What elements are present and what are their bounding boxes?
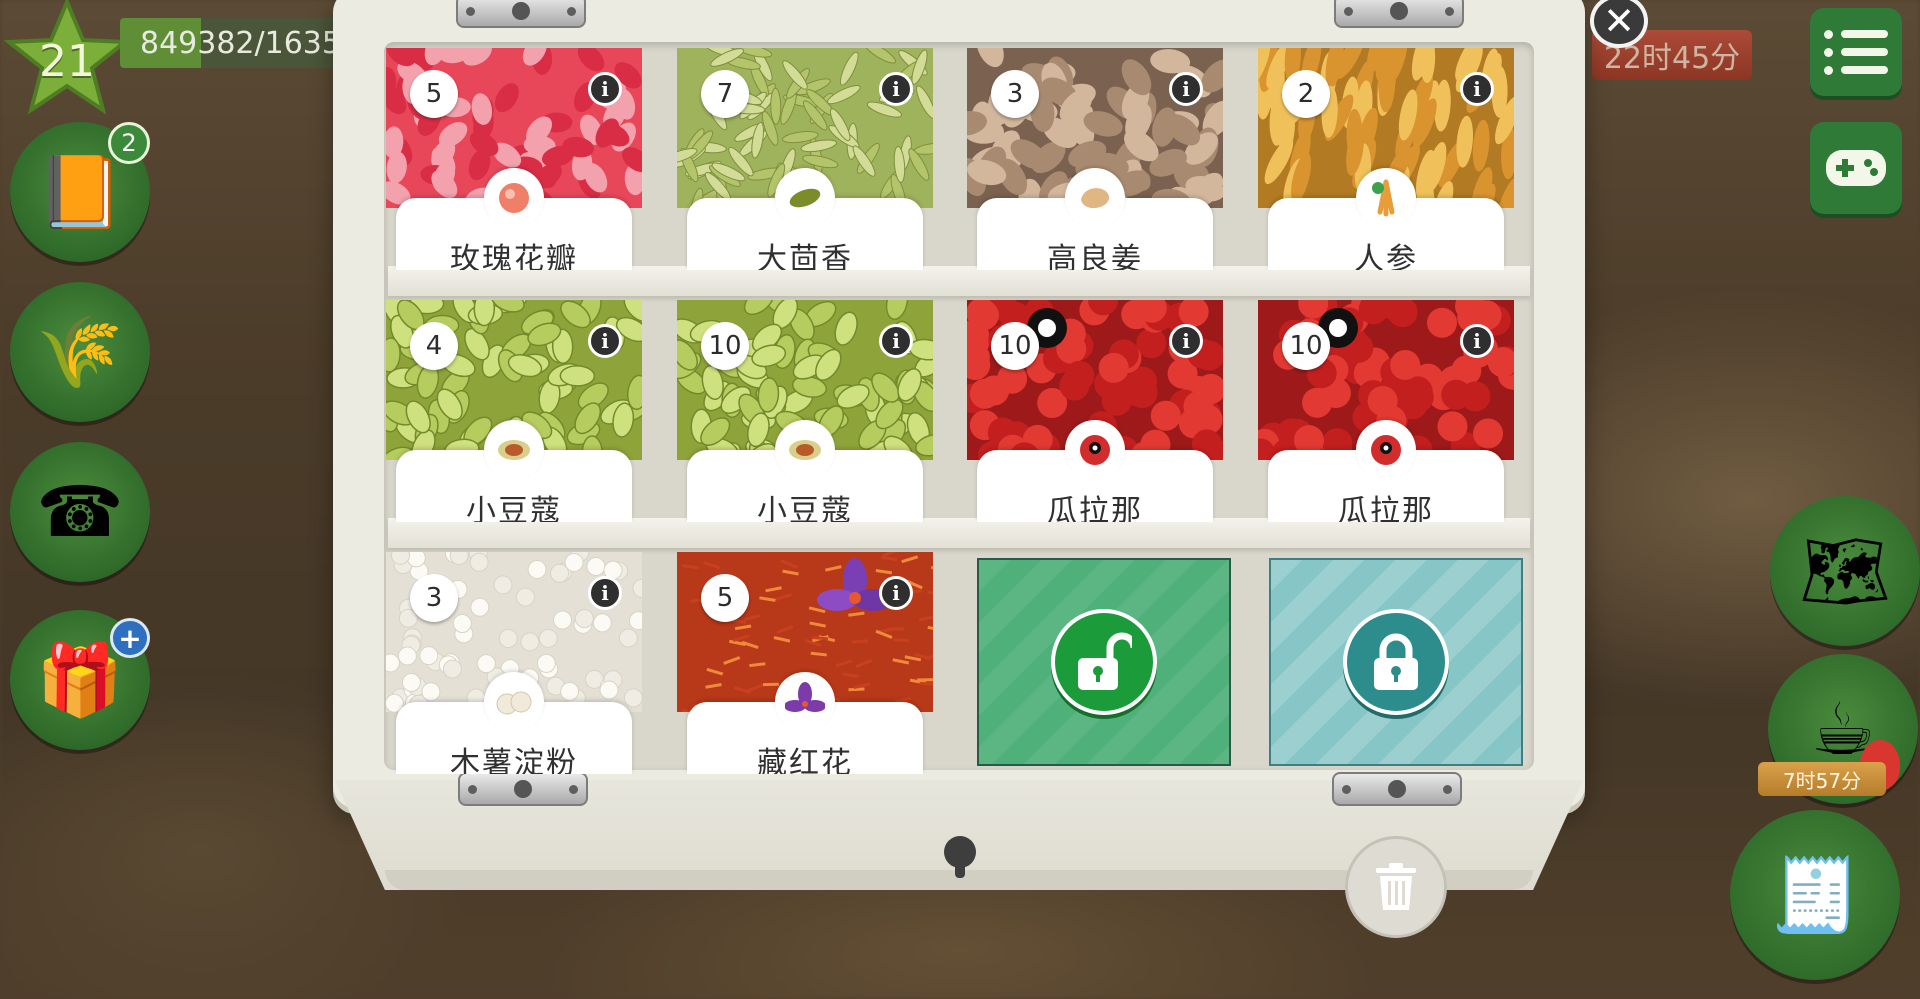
- menu-list-icon-line: [1824, 47, 1888, 57]
- quest-count-badge: 2: [108, 122, 150, 164]
- top-left-hinge: [456, 0, 586, 28]
- quantity-badge: 5: [410, 70, 458, 118]
- info-icon[interactable]: i: [879, 324, 913, 358]
- spice-name: 人参: [1354, 242, 1418, 270]
- info-icon[interactable]: i: [588, 576, 622, 610]
- spice-slot[interactable]: 10 i 瓜拉那: [1258, 300, 1514, 522]
- gamepad-icon: [1826, 150, 1886, 186]
- spice-slot[interactable]: 5 i 玫瑰花瓣: [386, 48, 642, 270]
- experience-text: 849382/16350: [140, 26, 350, 61]
- spice-name: 高良姜: [1047, 242, 1143, 270]
- menu-list-icon-line: [1824, 65, 1888, 75]
- trash-can-icon: [1376, 863, 1416, 910]
- quantity-badge: 2: [1282, 70, 1330, 118]
- spice-name: 藏红花: [757, 746, 853, 774]
- gift-button[interactable]: 🎁 +: [10, 610, 150, 750]
- spice-slot[interactable]: 4 i 小豆蔻: [386, 300, 642, 522]
- quantity-badge: 3: [991, 70, 1039, 118]
- player-level: 21: [39, 36, 95, 87]
- quest-book-button[interactable]: 📙 2: [10, 122, 150, 262]
- keyhole-icon: [944, 836, 976, 878]
- shelf-divider: [388, 518, 1530, 548]
- info-icon[interactable]: i: [588, 72, 622, 106]
- cardamom-pod-icon: [775, 420, 835, 480]
- spice-name: 瓜拉那: [1047, 494, 1143, 522]
- coffee-timer: 7时57分: [1758, 762, 1886, 796]
- padlock-icon: [1374, 633, 1418, 690]
- quantity-badge: 4: [410, 322, 458, 370]
- spice-slot[interactable]: 3 i 木薯淀粉: [386, 552, 642, 774]
- ginseng-icon: [1356, 168, 1416, 228]
- spice-name: 小豆蔻: [757, 494, 853, 522]
- spice-slot[interactable]: 2 i 人参: [1258, 48, 1514, 270]
- info-icon[interactable]: i: [879, 72, 913, 106]
- gift-plus-badge: +: [110, 618, 150, 658]
- tapioca-pearl-icon: [484, 672, 544, 732]
- gift-box-icon: 🎁: [36, 639, 124, 721]
- player-level-star[interactable]: 21: [4, 0, 130, 118]
- spice-name: 玫瑰花瓣: [450, 242, 578, 270]
- galangal-icon: [1065, 168, 1125, 228]
- saffron-flower-icon: [775, 672, 835, 732]
- spice-slot[interactable]: 10 i 小豆蔻: [677, 300, 933, 522]
- quantity-badge: 7: [701, 70, 749, 118]
- info-icon[interactable]: i: [1169, 72, 1203, 106]
- spice-name: 小豆蔻: [466, 494, 562, 522]
- top-right-hinge: [1334, 0, 1464, 28]
- quantity-badge: 5: [701, 574, 749, 622]
- spice-name: 大茴香: [757, 242, 853, 270]
- map-pin-icon: 🗺: [1799, 528, 1891, 613]
- info-icon[interactable]: i: [879, 576, 913, 610]
- unlock-button[interactable]: [1051, 609, 1157, 715]
- spice-slot[interactable]: 7 i 大茴香: [677, 48, 933, 270]
- spice-name: 瓜拉那: [1338, 494, 1434, 522]
- info-icon[interactable]: i: [1169, 324, 1203, 358]
- telephone-icon: ☎: [36, 471, 124, 553]
- phone-order-button[interactable]: ☎: [10, 442, 150, 582]
- cash-register-button[interactable]: 🧾: [1730, 810, 1900, 980]
- locked-slot[interactable]: [1269, 558, 1523, 766]
- spice-slot[interactable]: 3 i 高良姜: [967, 48, 1223, 270]
- unlockable-slot[interactable]: [977, 558, 1231, 766]
- info-icon[interactable]: i: [1460, 72, 1494, 106]
- info-icon[interactable]: i: [1460, 324, 1494, 358]
- locked-slot-button[interactable]: [1343, 609, 1449, 715]
- map-button[interactable]: 🗺: [1770, 496, 1920, 646]
- quantity-badge: 3: [410, 574, 458, 622]
- ingredients-sack-button[interactable]: 🌾: [10, 282, 150, 422]
- anise-seed-icon: [775, 168, 835, 228]
- cardamom-pod-icon: [484, 420, 544, 480]
- info-icon[interactable]: i: [588, 324, 622, 358]
- flour-sack-icon: 🌾: [36, 311, 124, 393]
- spice-slot[interactable]: 10 i 瓜拉那: [967, 300, 1223, 522]
- discard-button[interactable]: [1345, 836, 1447, 938]
- menu-button[interactable]: [1810, 8, 1902, 96]
- bottom-left-hinge: [458, 772, 588, 806]
- spice-name: 木薯淀粉: [450, 746, 578, 774]
- quantity-badge: 10: [991, 322, 1039, 370]
- guarana-berry-icon: [1065, 420, 1125, 480]
- shelf-divider: [388, 266, 1530, 296]
- rose-petal-icon: [484, 168, 544, 228]
- spice-slot[interactable]: 5 i 藏红花: [677, 552, 933, 774]
- quantity-badge: 10: [701, 322, 749, 370]
- cash-register-icon: 🧾: [1770, 852, 1860, 937]
- book-icon: 📙: [36, 151, 124, 233]
- menu-list-icon: [1824, 29, 1888, 39]
- guarana-berry-icon: [1356, 420, 1416, 480]
- open-padlock-icon: [1078, 632, 1132, 690]
- minigame-button[interactable]: [1810, 122, 1902, 214]
- bottom-right-hinge: [1332, 772, 1462, 806]
- experience-bar: 849382/16350: [120, 18, 350, 68]
- quantity-badge: 10: [1282, 322, 1330, 370]
